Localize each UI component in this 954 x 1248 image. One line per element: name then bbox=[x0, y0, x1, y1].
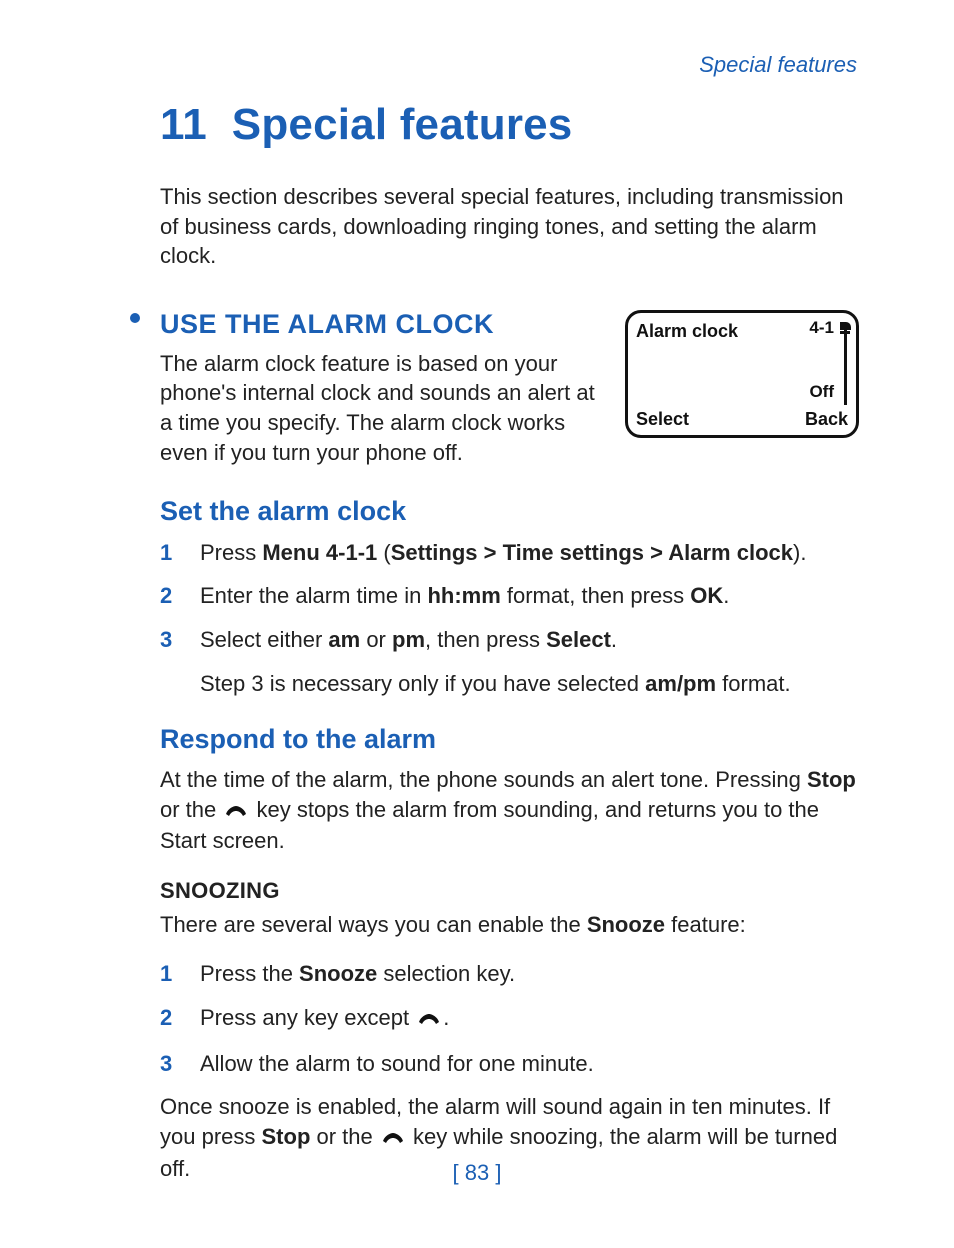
step-text: Press any key except bbox=[200, 1005, 415, 1030]
screen-status: Off bbox=[809, 381, 834, 404]
softkey-right: Back bbox=[805, 407, 848, 431]
step-text: format, then press bbox=[501, 583, 691, 608]
step-number: 1 bbox=[160, 959, 172, 989]
step-text: Allow the alarm to sound for one minute. bbox=[200, 1051, 594, 1076]
subheading-respond: Respond to the alarm bbox=[160, 721, 859, 757]
note-text: Step 3 is necessary only if you have sel… bbox=[200, 671, 645, 696]
section-heading-text: USE THE ALARM CLOCK bbox=[160, 309, 494, 339]
end-call-icon bbox=[415, 1005, 443, 1035]
respond-text: At the time of the alarm, the phone soun… bbox=[160, 767, 807, 792]
respond-bold: Stop bbox=[807, 767, 856, 792]
step-text: or bbox=[360, 627, 392, 652]
list-item: 3 Allow the alarm to sound for one minut… bbox=[200, 1049, 859, 1079]
snoozing-text: There are several ways you can enable th… bbox=[160, 912, 587, 937]
step-text: Press the bbox=[200, 961, 299, 986]
chapter-intro: This section describes several special f… bbox=[160, 182, 859, 271]
step-text: . bbox=[611, 627, 617, 652]
step-bold: Menu 4-1-1 bbox=[262, 540, 377, 565]
step-number: 2 bbox=[160, 581, 172, 611]
step-text: , then press bbox=[425, 627, 546, 652]
step-number: 3 bbox=[160, 1049, 172, 1079]
step-bold: OK bbox=[690, 583, 723, 608]
snoozing-bold: Stop bbox=[262, 1124, 311, 1149]
respond-text: key stops the alarm from sounding, and r… bbox=[160, 797, 819, 854]
section-heading-use-alarm: USE THE ALARM CLOCK bbox=[160, 306, 859, 342]
chapter-title: 11 Special features bbox=[160, 95, 859, 154]
chapter-number: 11 bbox=[160, 100, 207, 149]
list-item: 2 Press any key except . bbox=[200, 1003, 859, 1035]
step-text: . bbox=[723, 583, 729, 608]
subheading-set-alarm: Set the alarm clock bbox=[160, 493, 859, 529]
end-call-icon bbox=[222, 797, 250, 827]
step-number: 1 bbox=[160, 538, 172, 568]
subheading-snoozing: SNOOZING bbox=[160, 876, 859, 906]
running-header: Special features bbox=[160, 50, 859, 80]
step-text: . bbox=[443, 1005, 449, 1030]
step-bold: Snooze bbox=[299, 961, 377, 986]
step-text: Select either bbox=[200, 627, 328, 652]
respond-text: or the bbox=[160, 797, 222, 822]
snoozing-intro: There are several ways you can enable th… bbox=[160, 910, 859, 940]
snoozing-bold: Snooze bbox=[587, 912, 665, 937]
bullet-icon bbox=[130, 313, 140, 323]
step-text: selection key. bbox=[377, 961, 515, 986]
step-number: 2 bbox=[160, 1003, 172, 1033]
step-bold: hh:mm bbox=[427, 583, 500, 608]
snoozing-text: feature: bbox=[665, 912, 746, 937]
list-item: 1 Press Menu 4-1-1 (Settings > Time sett… bbox=[200, 538, 859, 568]
softkey-left: Select bbox=[636, 407, 689, 431]
step-text: Enter the alarm time in bbox=[200, 583, 427, 608]
step-text: Press bbox=[200, 540, 262, 565]
chapter-name: Special features bbox=[232, 100, 573, 149]
list-item: 3 Select either am or pm, then press Sel… bbox=[200, 625, 859, 655]
respond-body: At the time of the alarm, the phone soun… bbox=[160, 765, 859, 856]
list-item: 1 Press the Snooze selection key. bbox=[200, 959, 859, 989]
set-alarm-steps: 1 Press Menu 4-1-1 (Settings > Time sett… bbox=[160, 538, 859, 655]
step-bold: am bbox=[328, 627, 360, 652]
step-text: ( bbox=[377, 540, 390, 565]
step-text: ). bbox=[793, 540, 806, 565]
note-text: format. bbox=[716, 671, 791, 696]
note-bold: am/pm bbox=[645, 671, 716, 696]
set-alarm-note: Step 3 is necessary only if you have sel… bbox=[160, 669, 859, 699]
step-bold: pm bbox=[392, 627, 425, 652]
page-number: [ 83 ] bbox=[0, 1158, 954, 1188]
step-bold: Select bbox=[546, 627, 611, 652]
step-bold: Settings > Time settings > Alarm clock bbox=[391, 540, 793, 565]
step-number: 3 bbox=[160, 625, 172, 655]
snoozing-text: or the bbox=[310, 1124, 378, 1149]
snoozing-steps: 1 Press the Snooze selection key. 2 Pres… bbox=[160, 959, 859, 1078]
list-item: 2 Enter the alarm time in hh:mm format, … bbox=[200, 581, 859, 611]
end-call-icon bbox=[379, 1124, 407, 1154]
